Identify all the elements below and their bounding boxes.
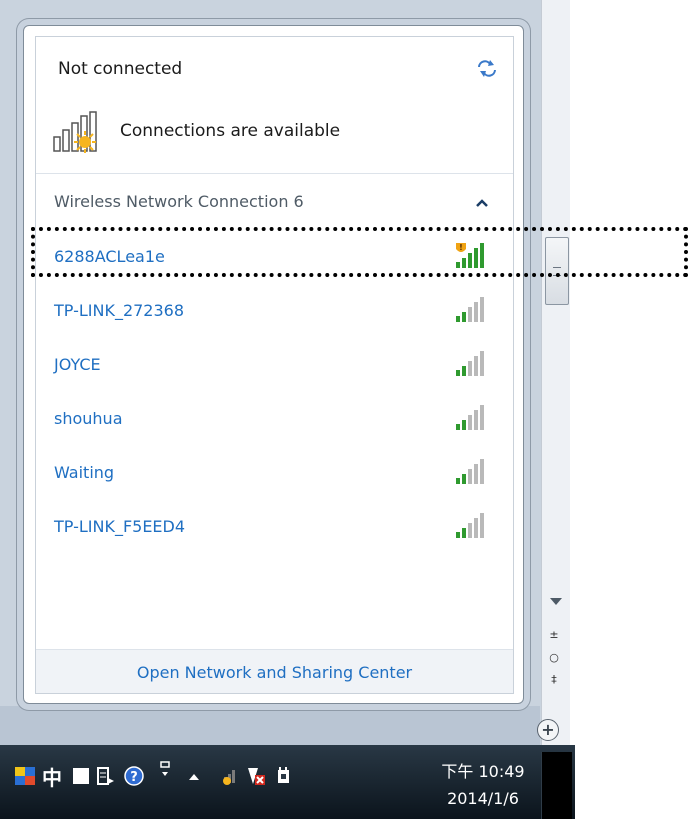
background-toolbar bbox=[0, 706, 540, 746]
network-name[interactable]: shouhua bbox=[54, 409, 123, 428]
ime-options-icon[interactable] bbox=[155, 760, 177, 782]
action-center-icon[interactable] bbox=[245, 765, 267, 787]
zoom-in-icon[interactable]: + bbox=[537, 719, 559, 741]
network-name[interactable]: JOYCE bbox=[54, 355, 101, 374]
signal-strength-icon bbox=[456, 351, 484, 376]
help-icon[interactable]: ? bbox=[123, 765, 145, 787]
divider bbox=[36, 173, 513, 174]
refresh-icon[interactable] bbox=[475, 58, 499, 78]
signal-strength-icon bbox=[456, 405, 484, 430]
flyout-footer: Open Network and Sharing Center bbox=[36, 649, 513, 693]
ime-soft-keyboard-icon[interactable] bbox=[95, 765, 117, 787]
scroll-down-arrow-icon[interactable] bbox=[550, 598, 562, 605]
network-flyout: Not connected Connections are available … bbox=[23, 25, 524, 704]
selection-highlight bbox=[31, 227, 688, 277]
clock-time: 下午 10:49 bbox=[441, 762, 525, 781]
network-tray-icon[interactable] bbox=[216, 765, 238, 787]
network-name[interactable]: TP-LINK_F5EED4 bbox=[54, 517, 185, 536]
network-name[interactable]: TP-LINK_272368 bbox=[54, 301, 184, 320]
svg-text:?: ? bbox=[130, 770, 138, 785]
show-hidden-icons-icon[interactable] bbox=[183, 765, 205, 787]
clock-date: 2014/1/6 bbox=[447, 789, 519, 808]
open-network-sharing-center-link[interactable]: Open Network and Sharing Center bbox=[36, 663, 513, 682]
availability-text: Connections are available bbox=[120, 121, 341, 141]
collapse-chevron-icon[interactable] bbox=[474, 197, 490, 209]
signal-strength-icon bbox=[456, 297, 484, 322]
connection-status: Not connected bbox=[58, 59, 183, 79]
show-desktop-button[interactable] bbox=[541, 752, 572, 819]
section-title: Wireless Network Connection 6 bbox=[54, 192, 304, 211]
ime-flag-icon[interactable] bbox=[14, 765, 36, 787]
network-name[interactable]: Waiting bbox=[54, 463, 114, 482]
side-up-icon[interactable]: ± bbox=[546, 627, 562, 643]
power-plug-icon[interactable] bbox=[272, 765, 294, 787]
network-flyout-panel: Not connected Connections are available … bbox=[35, 36, 514, 694]
side-circle-icon[interactable]: ○ bbox=[546, 650, 562, 666]
ime-language-label[interactable]: 中 bbox=[42, 762, 64, 790]
side-down-icon[interactable]: ‡ bbox=[546, 672, 562, 688]
signal-strength-icon bbox=[456, 459, 484, 484]
network-available-icon bbox=[53, 111, 97, 153]
ime-mode-icon[interactable] bbox=[70, 765, 92, 787]
signal-strength-icon bbox=[456, 513, 484, 538]
taskbar-clock[interactable]: 下午 10:49 2014/1/6 bbox=[433, 758, 533, 812]
